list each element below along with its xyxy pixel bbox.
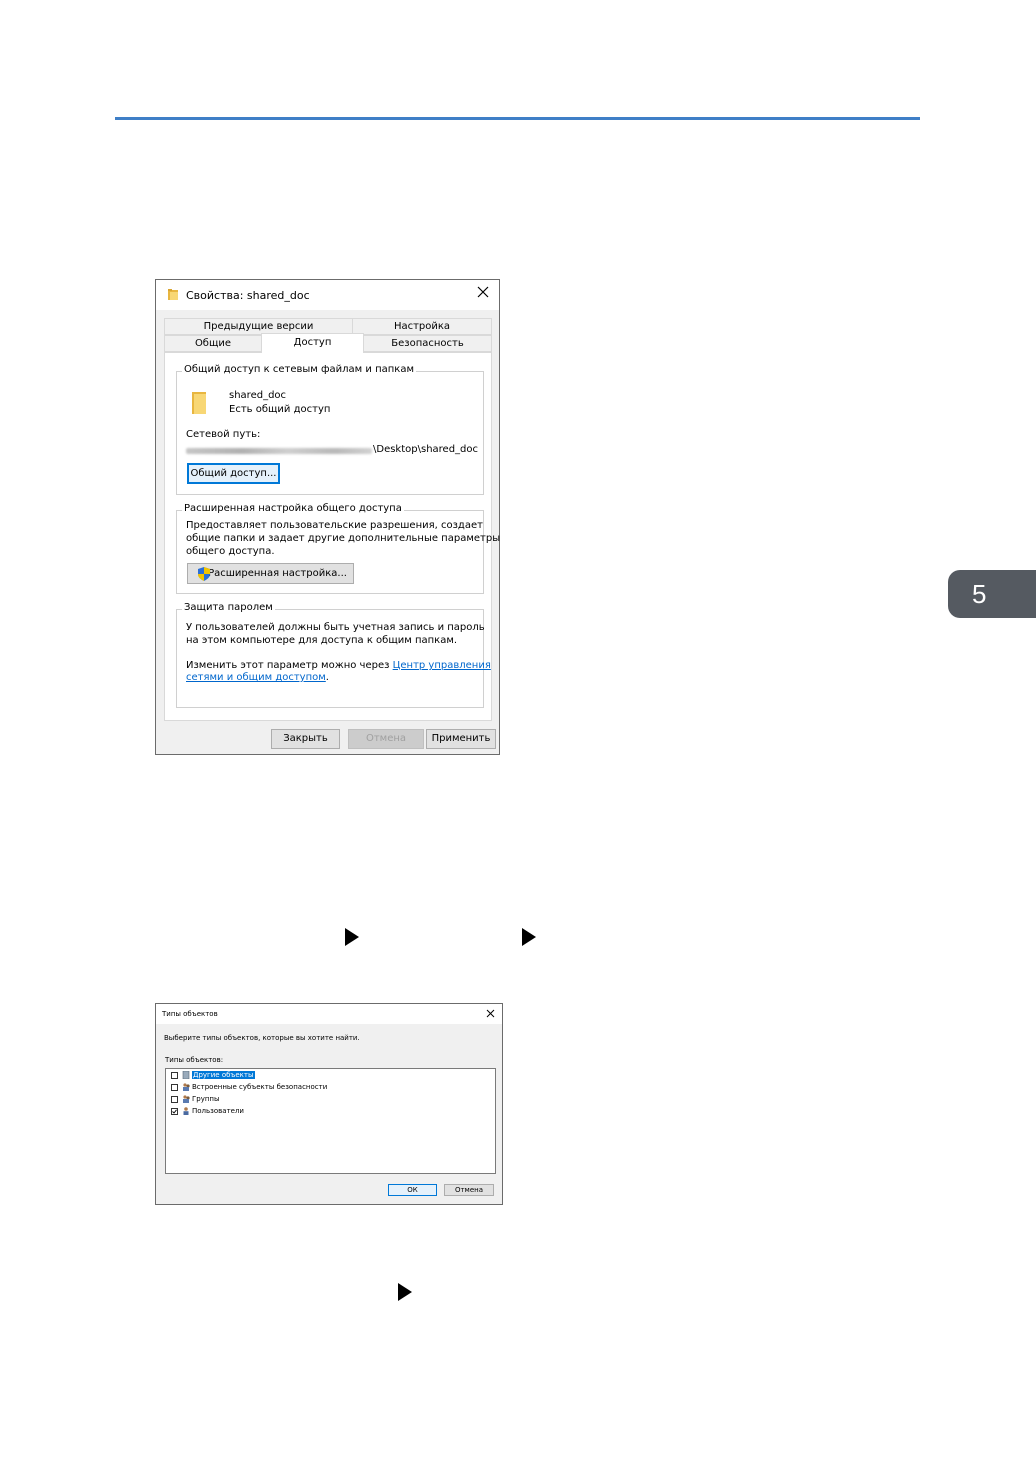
tab-customize[interactable]: Настройка bbox=[352, 318, 492, 335]
network-path-value: \Desktop\shared_doc bbox=[373, 444, 479, 455]
list-item[interactable]: Встроенные субъекты безопасности bbox=[192, 1083, 327, 1092]
network-path-label: Сетевой путь: bbox=[186, 429, 261, 440]
list-label: Типы объектов: bbox=[165, 1056, 224, 1064]
network-sharing-group: Общий доступ к сетевым файлам и папкам s… bbox=[176, 364, 484, 495]
folder-icon bbox=[168, 289, 178, 300]
group-title: Защита паролем bbox=[182, 602, 275, 613]
chapter-tab: 5 bbox=[948, 570, 1036, 618]
group-users-icon bbox=[183, 1095, 190, 1103]
folder-status: Есть общий доступ bbox=[229, 404, 331, 415]
group-users-icon bbox=[183, 1083, 190, 1091]
network-center-link[interactable]: Центр управления bbox=[393, 660, 491, 671]
window-title: Свойства: shared_doc bbox=[186, 289, 310, 302]
redacted-path bbox=[186, 448, 372, 454]
tab-panel: Общий доступ к сетевым файлам и папкам s… bbox=[164, 352, 500, 721]
folder-name: shared_doc bbox=[229, 390, 287, 401]
ok-button[interactable]: ОК bbox=[388, 1184, 437, 1196]
password-protection-group: Защита паролем У пользователей должны бы… bbox=[176, 602, 491, 708]
tab-general[interactable]: Общие bbox=[164, 335, 262, 352]
window-title: Типы объектов bbox=[162, 1010, 218, 1018]
close-icon[interactable] bbox=[486, 1009, 495, 1020]
network-center-link-cont[interactable]: сетями и общим доступом bbox=[186, 672, 326, 683]
checkbox[interactable] bbox=[171, 1072, 178, 1079]
header-rule bbox=[115, 117, 920, 120]
advanced-desc-line2: общие папки и задает другие дополнительн… bbox=[186, 533, 501, 544]
group-title: Общий доступ к сетевым файлам и папкам bbox=[182, 364, 416, 375]
generic-object-icon bbox=[182, 1071, 190, 1079]
password-desc-line2: на этом компьютере для доступа к общим п… bbox=[186, 635, 458, 646]
password-change-line2: сетями и общим доступом. bbox=[186, 672, 329, 683]
advanced-sharing-group: Расширенная настройка общего доступа Пре… bbox=[176, 503, 500, 594]
cancel-button[interactable]: Отмена bbox=[348, 729, 424, 749]
tab-sharing[interactable]: Доступ bbox=[261, 333, 364, 353]
advanced-desc-line1: Предоставляет пользовательские разрешени… bbox=[186, 520, 483, 531]
list-item[interactable]: Другие объекты bbox=[192, 1071, 255, 1080]
cancel-button[interactable]: Отмена bbox=[444, 1184, 494, 1196]
step-arrow-icon bbox=[398, 1283, 412, 1301]
shield-icon bbox=[198, 567, 210, 581]
checkbox[interactable] bbox=[171, 1096, 178, 1103]
tab-security[interactable]: Безопасность bbox=[363, 335, 492, 352]
list-item[interactable]: Пользователи bbox=[192, 1107, 244, 1116]
password-change-text: Изменить этот параметр можно через Центр… bbox=[186, 660, 491, 671]
advanced-settings-button[interactable]: Расширенная настройка... bbox=[187, 563, 354, 584]
step-arrow-icon bbox=[522, 928, 536, 946]
user-icon bbox=[183, 1107, 189, 1115]
advanced-desc-line3: общего доступа. bbox=[186, 546, 275, 557]
checkbox[interactable] bbox=[171, 1084, 178, 1091]
checkbox-checked[interactable] bbox=[171, 1108, 178, 1115]
step-arrow-icon bbox=[345, 928, 359, 946]
instruction-text: Выберите типы объектов, которые вы хотит… bbox=[164, 1034, 360, 1042]
object-types-dialog: Типы объектов Выберите типы объектов, ко… bbox=[155, 1003, 503, 1205]
title-bar: Свойства: shared_doc bbox=[156, 280, 499, 310]
password-desc-line1: У пользователей должны быть учетная запи… bbox=[186, 622, 485, 633]
object-types-list[interactable]: Другие объекты Встроенные субъекты безоп… bbox=[165, 1068, 496, 1174]
title-bar: Типы объектов bbox=[156, 1004, 502, 1024]
close-icon[interactable] bbox=[475, 285, 491, 301]
advanced-settings-label: Расширенная настройка... bbox=[208, 568, 347, 579]
list-item[interactable]: Группы bbox=[192, 1095, 220, 1104]
share-button[interactable]: Общий доступ... bbox=[187, 463, 280, 484]
apply-button[interactable]: Применить bbox=[426, 729, 496, 749]
group-title: Расширенная настройка общего доступа bbox=[182, 503, 404, 514]
close-button[interactable]: Закрыть bbox=[271, 729, 340, 749]
properties-dialog: Свойства: shared_doc Предыдущие версии Н… bbox=[155, 279, 500, 755]
folder-icon bbox=[192, 392, 206, 414]
chapter-number: 5 bbox=[972, 578, 987, 609]
